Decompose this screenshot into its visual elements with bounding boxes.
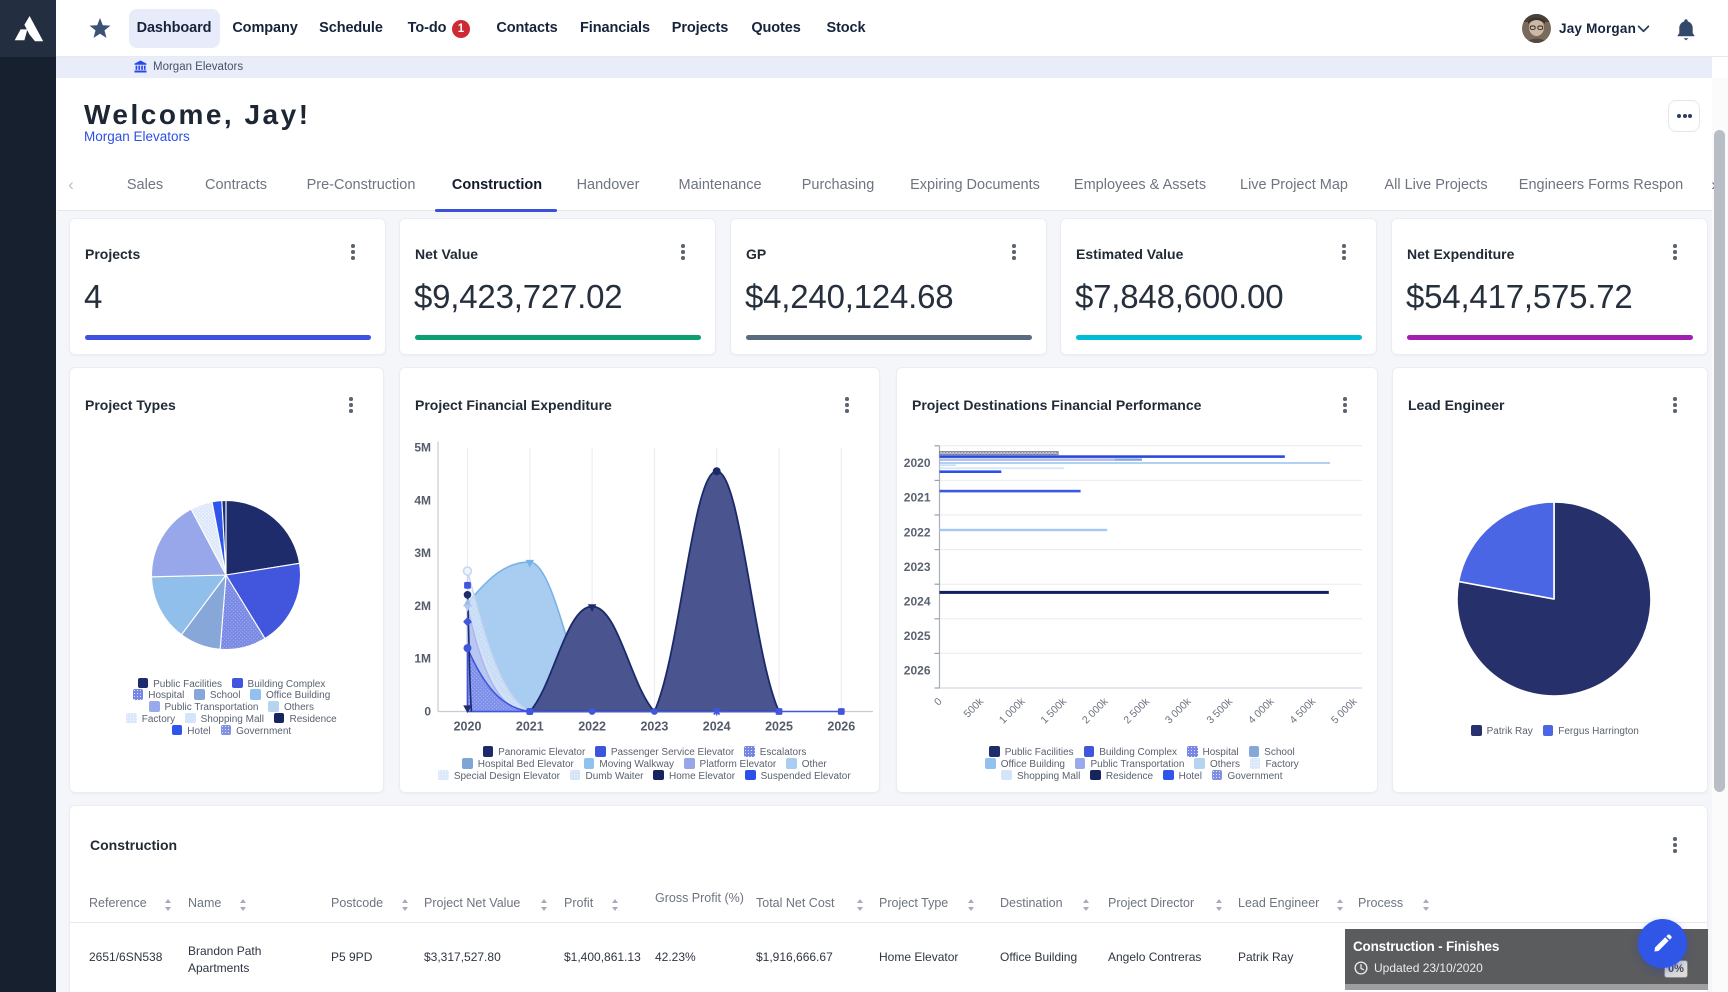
svg-text:1 000k: 1 000k [997,695,1028,726]
svg-text:5M: 5M [414,441,431,455]
svg-text:2022: 2022 [904,525,931,539]
svg-text:1M: 1M [414,652,431,666]
svg-text:2026: 2026 [904,664,931,678]
svg-text:3 000k: 3 000k [1163,695,1194,726]
svg-text:1 500k: 1 500k [1038,695,1069,726]
svg-text:4 500k: 4 500k [1287,695,1318,726]
svg-text:0: 0 [424,705,431,719]
svg-text:2021: 2021 [516,720,544,734]
svg-text:2020: 2020 [454,720,482,734]
svg-text:5 000k: 5 000k [1329,695,1360,726]
svg-text:2025: 2025 [765,720,793,734]
svg-text:4 000k: 4 000k [1246,695,1277,726]
svg-text:2024: 2024 [703,720,731,734]
svg-text:3M: 3M [414,546,431,560]
svg-text:2024: 2024 [904,595,931,609]
svg-text:2025: 2025 [904,629,931,643]
svg-text:500k: 500k [962,695,987,720]
svg-text:2M: 2M [414,599,431,613]
svg-text:2020: 2020 [904,456,931,470]
svg-text:2023: 2023 [904,560,931,574]
svg-text:2021: 2021 [904,491,931,505]
svg-text:4M: 4M [414,493,431,507]
svg-text:2026: 2026 [827,720,855,734]
svg-text:2023: 2023 [640,720,668,734]
svg-text:2 000k: 2 000k [1080,695,1111,726]
svg-text:0: 0 [932,696,945,709]
svg-text:2 500k: 2 500k [1121,695,1152,726]
svg-text:3 500k: 3 500k [1204,695,1235,726]
svg-text:2022: 2022 [578,720,606,734]
